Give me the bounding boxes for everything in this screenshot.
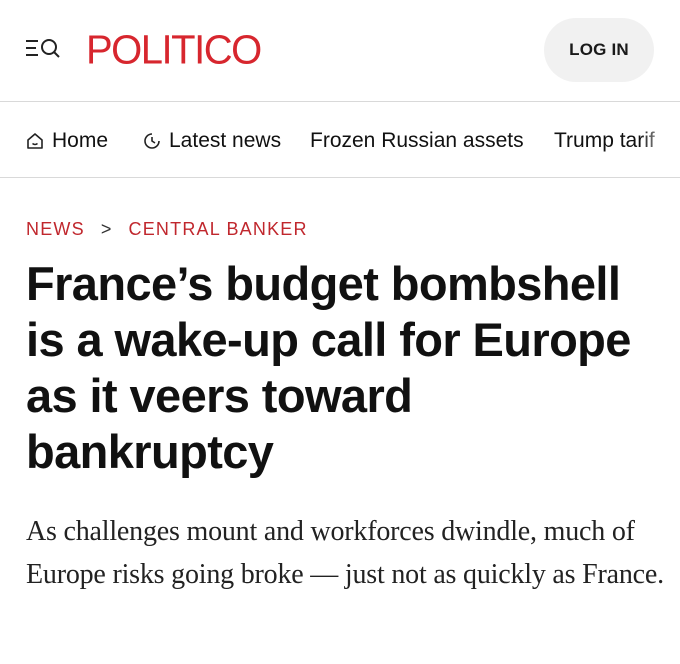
article-headline: France’s budget bombshell is a wake-up c… — [26, 257, 631, 478]
breadcrumb: NEWS > CENTRAL BANKER — [26, 216, 308, 242]
nav-item-home[interactable]: Home — [26, 124, 108, 158]
site-header: POLITICO LOG IN — [0, 0, 680, 102]
nav-fade-overlay — [640, 102, 680, 176]
article-page: POLITICO LOG IN Home Latest news Frozen … — [0, 0, 680, 664]
home-icon — [27, 133, 43, 149]
breadcrumb-section[interactable]: NEWS — [26, 219, 85, 240]
article-deck: As challenges mount and workforces dwind… — [26, 516, 664, 590]
nav-item-label: Frozen Russian assets — [310, 129, 524, 152]
nav-item-frozen-russian-assets[interactable]: Frozen Russian assets — [310, 124, 524, 158]
breadcrumb-separator: > — [100, 218, 113, 239]
clock-icon — [144, 133, 160, 149]
login-button[interactable]: LOG IN — [544, 18, 654, 82]
nav-item-label: Home — [52, 129, 109, 152]
menu-search-icon[interactable] — [24, 34, 64, 62]
nav-item-latest-news[interactable]: Latest news — [143, 124, 281, 158]
nav-item-label: Latest news — [169, 129, 282, 152]
politico-logo[interactable]: POLITICO — [86, 26, 262, 75]
breadcrumb-subsection[interactable]: CENTRAL BANKER — [129, 219, 308, 240]
top-nav: Home Latest news Frozen Russian assets T… — [0, 102, 680, 178]
